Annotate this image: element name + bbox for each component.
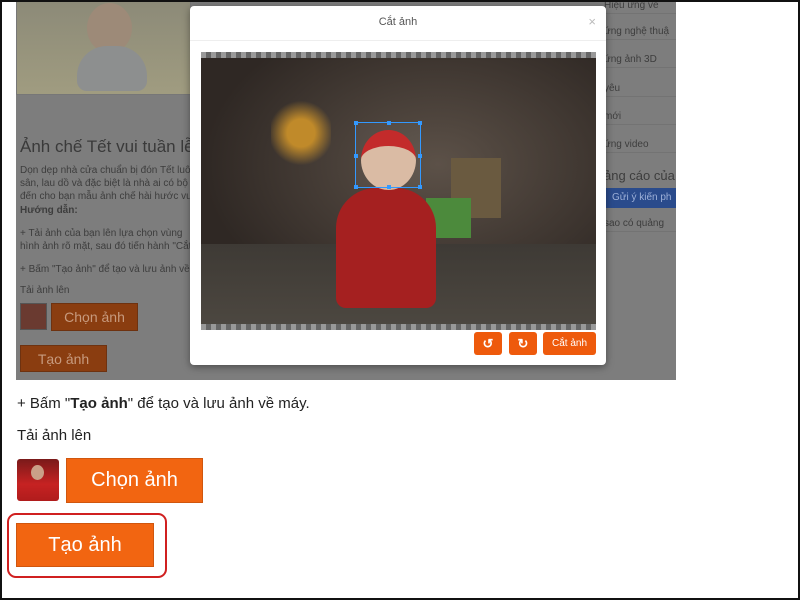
uploaded-thumbnail xyxy=(17,459,59,501)
template-image xyxy=(16,0,191,95)
ads-title: ảng cáo của xyxy=(604,168,675,183)
paragraph-line: đến cho bạn mẫu ảnh chế hài hước vui xyxy=(20,191,194,202)
rotate-right-icon: ↻ xyxy=(517,335,529,351)
sidebar-item: Hiệu ứng vẽ xyxy=(600,0,676,14)
crop-modal: Cắt ảnh × ↺ ↻ Cắt ảnh xyxy=(190,6,606,365)
step1-line: + Tải ảnh của bạn lên lựa chọn vùng xyxy=(20,228,183,239)
crop-selection-box[interactable] xyxy=(354,121,422,189)
rotate-left-icon: ↺ xyxy=(482,335,494,351)
photo xyxy=(201,58,596,324)
page-title: Ảnh chế Tết vui tuần lễ tơ xyxy=(20,137,215,156)
step1-line: hình ảnh rõ mặt, sau đó tiến hành "Cắt xyxy=(20,241,192,252)
step2-text: + Bấm "Tạo ảnh" để tạo và lưu ảnh về xyxy=(20,264,190,275)
crop-button[interactable]: Cắt ảnh xyxy=(543,332,596,355)
sidebar-item: mới xyxy=(600,111,676,125)
sidebar-item: yêu xyxy=(600,83,676,97)
uploaded-thumbnail xyxy=(20,303,47,330)
guide-label: Hướng dẫn: xyxy=(20,205,78,216)
create-image-button-bg: Tạo ảnh xyxy=(20,345,107,372)
ads-why-link: sao có quảng xyxy=(600,218,676,232)
step-bold: Tạo ảnh xyxy=(70,395,128,412)
modal-title: Cắt ảnh xyxy=(378,16,418,28)
step-prefix: + Bấm " xyxy=(17,395,71,412)
paragraph-line: sân, lau dồ và đặc biệt là nhà ai có bộ xyxy=(20,178,188,189)
close-icon[interactable]: × xyxy=(588,14,596,29)
choose-image-button-bg: Chọn ảnh xyxy=(51,303,138,331)
cropper-area[interactable] xyxy=(201,52,596,330)
upload-label: Tải ảnh lên xyxy=(20,285,70,296)
choose-image-button[interactable]: Chọn ảnh xyxy=(66,458,203,503)
sidebar: Hiệu ứng vẽ ứng nghệ thuậ ứng ảnh 3D yêu… xyxy=(600,0,676,380)
step-text: + Bấm "Tạo ảnh" để tạo và lưu ảnh về máy… xyxy=(17,395,310,412)
upload-label: Tải ảnh lên xyxy=(17,427,92,444)
paragraph-line: Dọn dẹp nhà cửa chuẩn bị đón Tết luôn xyxy=(20,165,197,176)
divider xyxy=(190,40,606,41)
rotate-right-button[interactable]: ↻ xyxy=(509,332,537,355)
sidebar-item: ứng video xyxy=(600,139,676,153)
feedback-button: Gửi ý kiến ph xyxy=(600,188,676,208)
rotate-left-button[interactable]: ↺ xyxy=(474,332,502,355)
sidebar-item: ứng ảnh 3D xyxy=(600,54,676,68)
step-suffix: " để tạo và lưu ảnh về máy. xyxy=(127,395,310,412)
create-image-button[interactable]: Tạo ảnh xyxy=(16,523,154,567)
sidebar-item: ứng nghệ thuậ xyxy=(600,26,676,40)
